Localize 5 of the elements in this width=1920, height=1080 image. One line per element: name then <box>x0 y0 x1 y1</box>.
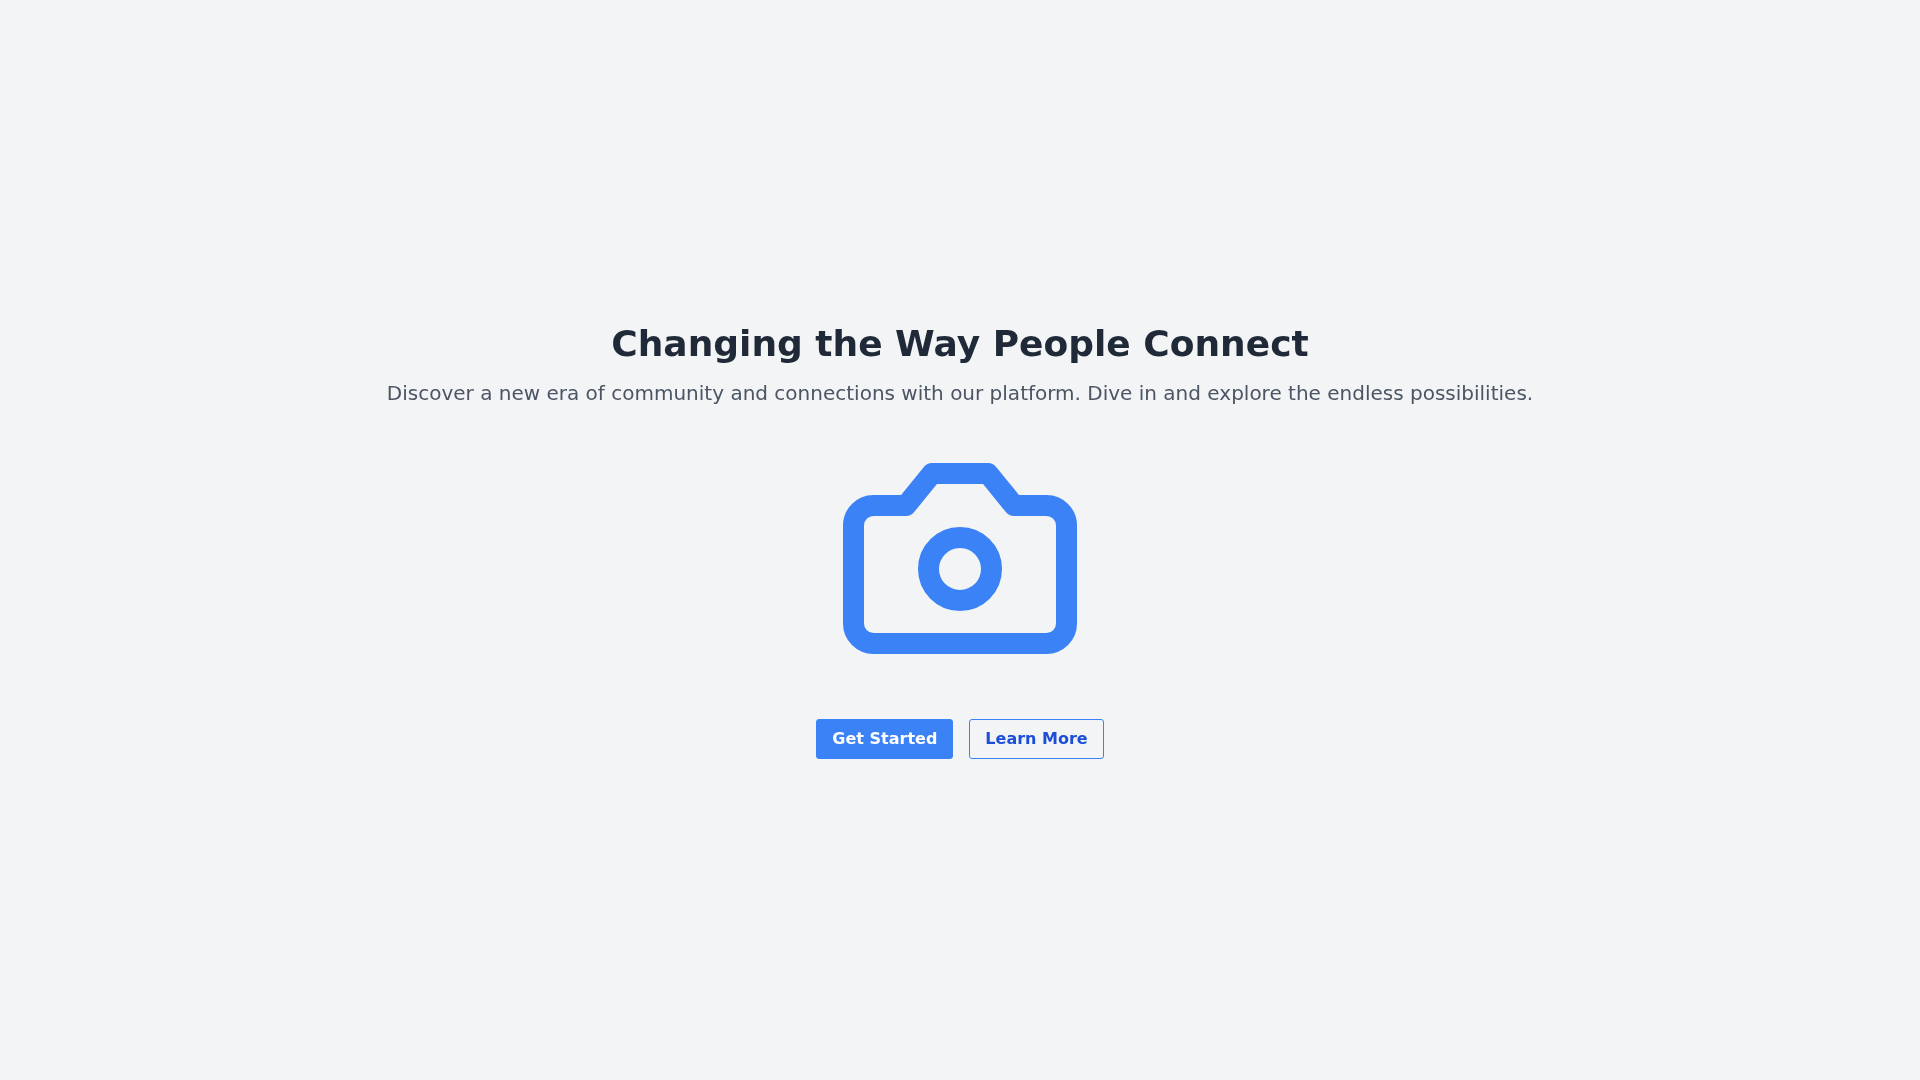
get-started-button[interactable]: Get Started <box>816 718 954 759</box>
hero-subtitle: Discover a new era of community and connections with our platform. Dive in and explore the endless possibilities. <box>386 379 1534 407</box>
learn-more-button[interactable]: Learn More <box>969 718 1104 759</box>
camera-icon <box>843 462 1077 655</box>
hero-title: Changing the Way People Connect <box>611 321 1309 366</box>
